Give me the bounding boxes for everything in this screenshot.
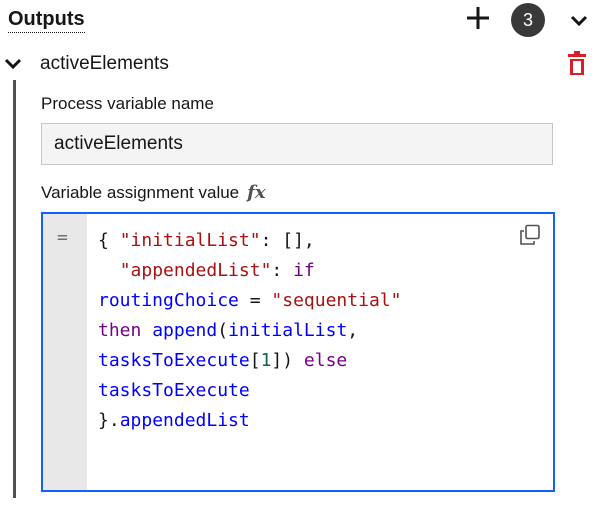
code-token: tasksToExecute: [98, 350, 250, 371]
code-token: appendedList: [119, 410, 250, 431]
entry-toggle[interactable]: [3, 56, 23, 72]
chevron-down-icon: [570, 15, 588, 27]
code-token: }.: [98, 410, 120, 431]
code-token: tasksToExecute: [98, 380, 250, 401]
code-token: (: [217, 320, 229, 341]
process-variable-label: Process variable name: [41, 94, 214, 113]
code-token: initialList: [228, 320, 348, 341]
fx-icon: fx: [247, 182, 266, 203]
code-line: tasksToExecute: [98, 376, 401, 406]
trash-icon: [568, 51, 586, 75]
outputs-header: Outputs 3: [0, 0, 601, 40]
copy-icon: [520, 224, 540, 245]
code-token: [: [249, 350, 261, 371]
code-token: : [],: [260, 230, 315, 251]
section-title[interactable]: Outputs: [8, 6, 85, 33]
code-token: routingChoice: [98, 290, 239, 311]
code-line: { "initialList": [],: [98, 226, 401, 256]
collapse-section-button[interactable]: [566, 7, 592, 33]
assignment-value-text: Variable assignment value: [41, 183, 240, 202]
code-line: }.appendedList: [98, 406, 401, 436]
code-line: tasksToExecute[1]) else: [98, 346, 401, 376]
add-output-button[interactable]: [462, 2, 494, 34]
code-line: then append(initialList,: [98, 316, 401, 346]
code-line: "appendedList": if: [98, 256, 401, 286]
entry-title[interactable]: activeElements: [40, 51, 169, 77]
process-variable-input[interactable]: [41, 123, 553, 165]
code-token: else: [303, 350, 348, 371]
code-token: =: [238, 290, 272, 311]
code-token: ,: [347, 320, 359, 341]
code-token: :: [271, 260, 294, 281]
code-token: append: [152, 320, 218, 341]
feel-expression-editor[interactable]: = { "initialList": [], "appendedList": i…: [41, 212, 555, 492]
code-line: routingChoice = "sequential": [98, 286, 401, 316]
entry-guide-line: [13, 80, 16, 498]
assignment-value-label: Variable assignment value fx: [41, 182, 266, 204]
code-token: "sequential": [271, 290, 402, 311]
count-badge: 3: [511, 3, 545, 37]
plus-icon: [467, 7, 489, 29]
code-token: "appendedList": [119, 260, 272, 281]
code-token: then: [98, 320, 142, 341]
editor-gutter: =: [43, 214, 87, 490]
code-token: ]): [271, 350, 304, 371]
code-token: {: [98, 230, 120, 251]
code-token: if: [293, 260, 315, 281]
delete-entry-button[interactable]: [566, 51, 588, 77]
code-content[interactable]: { "initialList": [], "appendedList": if r…: [98, 226, 401, 436]
code-token: "initialList": [119, 230, 261, 251]
chevron-down-icon: [4, 58, 22, 70]
code-token: 1: [260, 350, 272, 371]
expression-marker: =: [57, 227, 68, 248]
copy-button[interactable]: [519, 224, 541, 246]
